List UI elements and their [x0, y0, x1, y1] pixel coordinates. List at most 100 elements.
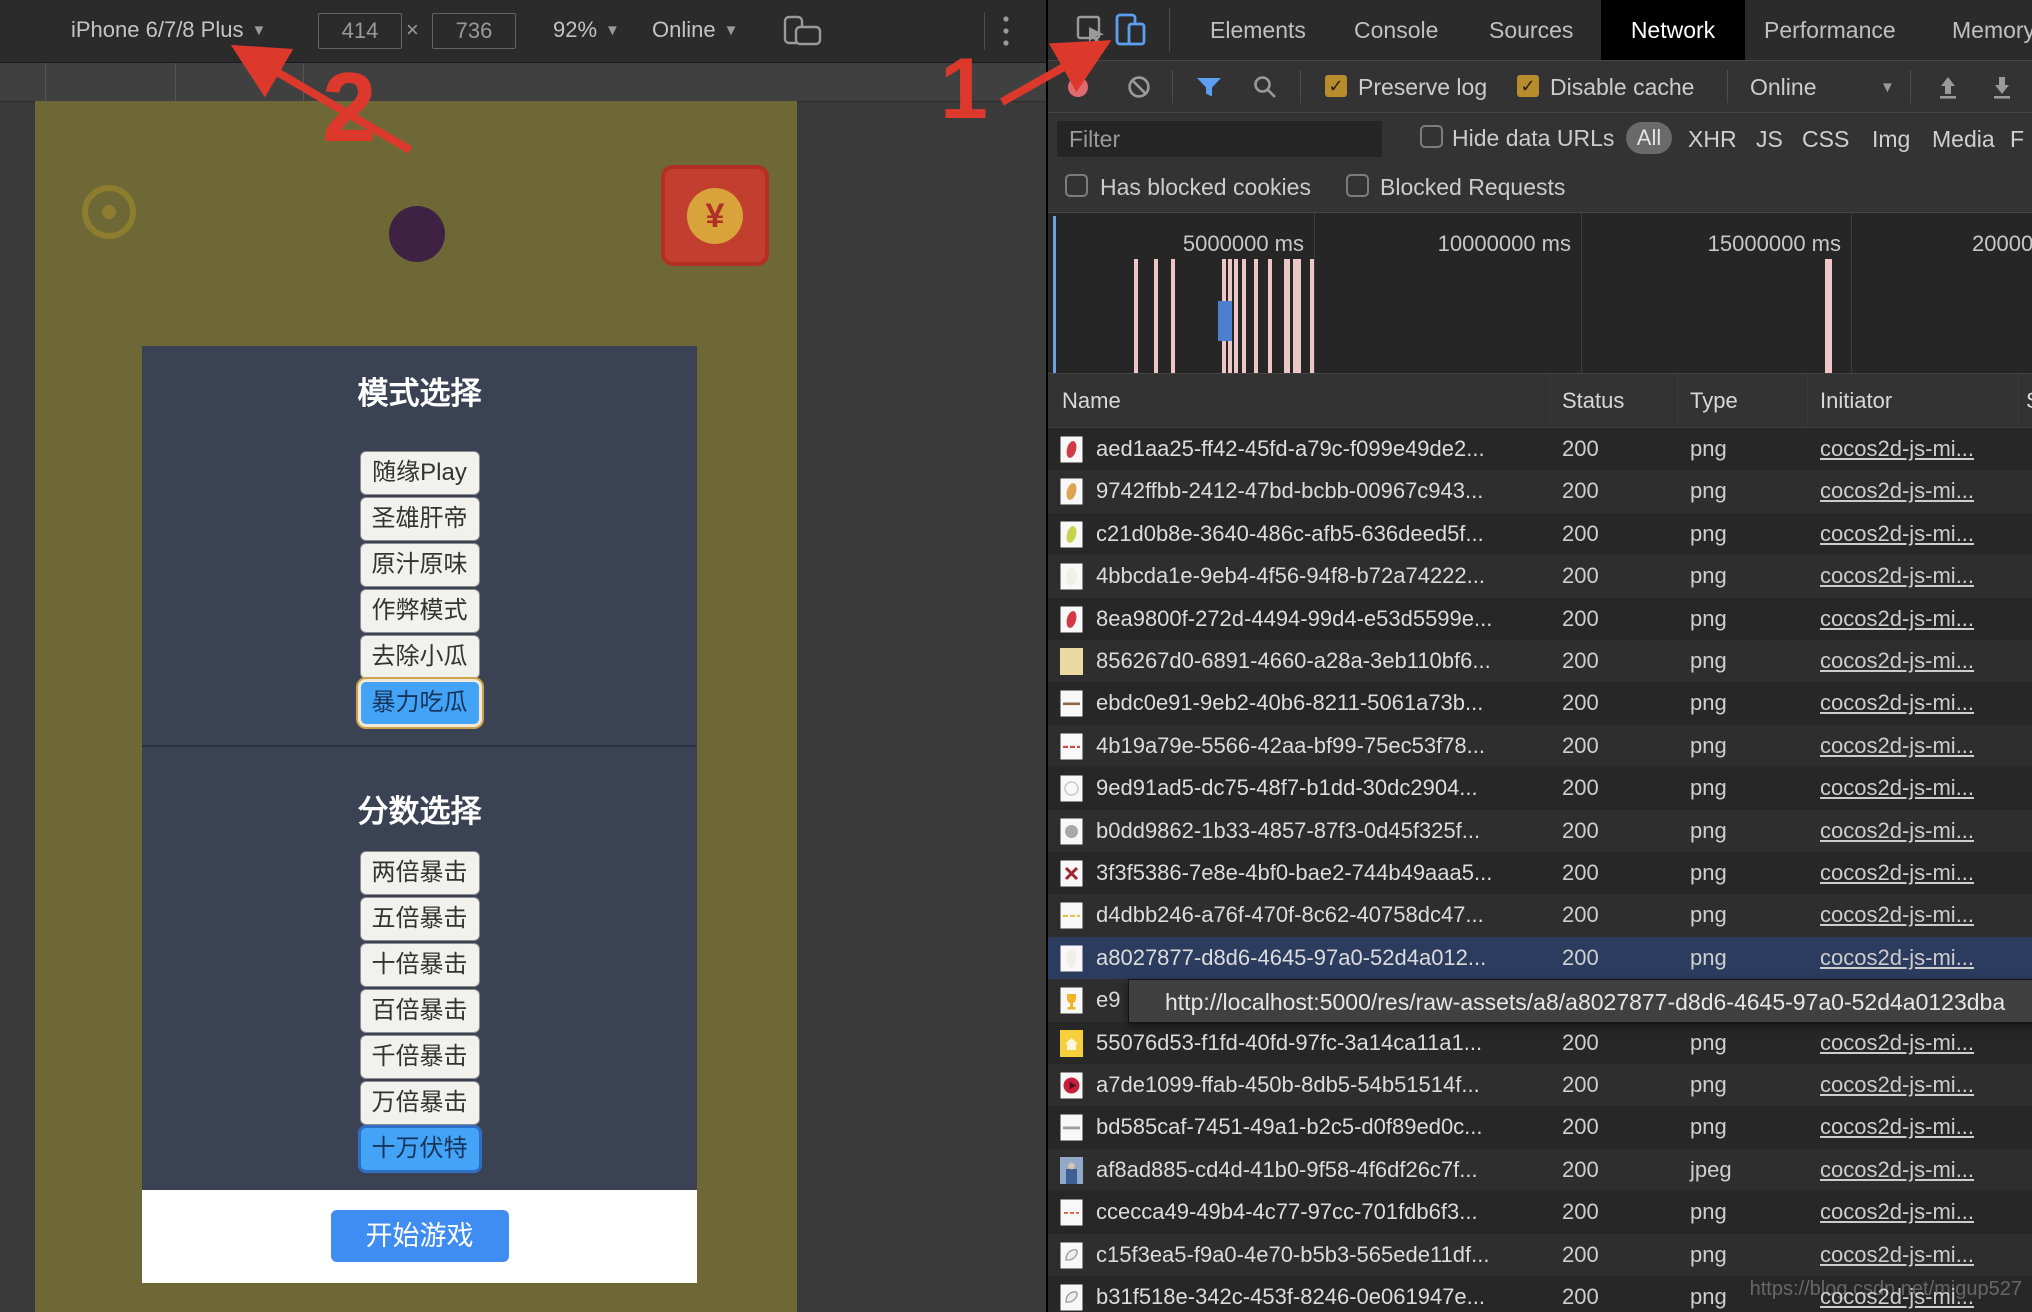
column-header-type[interactable]: Type [1690, 388, 1738, 414]
emulated-page-viewport: ¥ 模式选择 随缘Play圣雄肝帝原汁原味作弊模式去除小瓜暴力吃瓜 分数选择 两… [35, 101, 797, 1312]
score-button-4[interactable]: 千倍暴击 [361, 1036, 479, 1078]
filter-type-xhr[interactable]: XHR [1688, 126, 1737, 153]
export-har-icon[interactable] [1988, 73, 2016, 101]
table-row[interactable]: aed1aa25-ff42-45fd-a79c-f099e49de2...200… [1048, 428, 2032, 470]
tab-console[interactable]: Console [1354, 0, 1438, 60]
start-game-button[interactable]: 开始游戏 [331, 1210, 509, 1262]
red-envelope-sprite[interactable]: ¥ [661, 165, 769, 266]
request-initiator-link[interactable]: cocos2d-js-mi... [1820, 1106, 2010, 1148]
column-header-status[interactable]: Status [1562, 388, 1624, 414]
clear-network-log-icon[interactable] [1127, 75, 1151, 99]
request-initiator-link[interactable]: cocos2d-js-mi... [1820, 894, 2010, 936]
request-initiator-link[interactable]: cocos2d-js-mi... [1820, 1022, 2010, 1064]
table-row[interactable]: 4b19a79e-5566-42aa-bf99-75ec53f78...200p… [1048, 725, 2032, 767]
request-status: 200 [1562, 640, 1599, 682]
table-row[interactable]: d4dbb246-a76f-470f-8c62-40758dc47...200p… [1048, 894, 2032, 936]
tab-network[interactable]: Network [1601, 0, 1745, 60]
mode-button-2[interactable]: 原汁原味 [361, 544, 479, 586]
import-har-icon[interactable] [1934, 73, 1962, 101]
request-initiator-link[interactable]: cocos2d-js-mi... [1820, 682, 2010, 724]
table-row[interactable]: 9742ffbb-2412-47bd-bcbb-00967c943...200p… [1048, 470, 2032, 512]
table-row[interactable]: a7de1099-ffab-450b-8db5-54b51514f...200p… [1048, 1064, 2032, 1106]
table-row[interactable]: af8ad885-cd4d-41b0-9f58-4f6df26c7f...200… [1048, 1149, 2032, 1191]
mode-button-5[interactable]: 暴力吃瓜 [361, 682, 479, 724]
blocked-requests-checkbox[interactable] [1346, 174, 1369, 197]
tab-memory[interactable]: Memory [1952, 0, 2032, 60]
score-button-6[interactable]: 十万伏特 [361, 1128, 479, 1170]
filter-type-media[interactable]: Media [1932, 126, 1995, 153]
table-row[interactable]: c15f3ea5-f9a0-4e70-b5b3-565ede11df...200… [1048, 1234, 2032, 1276]
score-button-1[interactable]: 五倍暴击 [361, 898, 479, 940]
record-network-log-icon[interactable] [1066, 75, 1090, 99]
request-initiator-link[interactable]: cocos2d-js-mi... [1820, 470, 2010, 512]
request-initiator-link[interactable]: cocos2d-js-mi... [1820, 767, 2010, 809]
filter-type-img[interactable]: Img [1872, 126, 1910, 153]
seed-orange-icon [1060, 478, 1083, 505]
table-row[interactable]: b0dd9862-1b33-4857-87f3-0d45f325f...200p… [1048, 810, 2032, 852]
request-initiator-link[interactable]: cocos2d-js-mi... [1820, 1064, 2010, 1106]
mode-button-0[interactable]: 随缘Play [361, 452, 479, 494]
request-initiator-link[interactable]: cocos2d-js-mi... [1820, 640, 2010, 682]
request-name: 9742ffbb-2412-47bd-bcbb-00967c943... [1096, 470, 1544, 512]
kebab-menu-icon[interactable] [1000, 13, 1012, 49]
zoom-select[interactable]: 92%▼ [553, 17, 620, 43]
request-initiator-link[interactable]: cocos2d-js-mi... [1820, 598, 2010, 640]
mode-button-4[interactable]: 去除小瓜 [361, 636, 479, 678]
device-select[interactable]: iPhone 6/7/8 Plus▼ [71, 17, 266, 43]
request-initiator-link[interactable]: cocos2d-js-mi... [1820, 1191, 2010, 1233]
filter-input[interactable]: Filter [1057, 121, 1382, 157]
has-blocked-cookies-checkbox[interactable] [1065, 174, 1088, 197]
table-row[interactable]: 9ed91ad5-dc75-48f7-b1dd-30dc2904...200pn… [1048, 767, 2032, 809]
preserve-log-checkbox[interactable]: ✓ [1325, 75, 1347, 97]
tab-performance[interactable]: Performance [1764, 0, 1896, 60]
filter-type-font[interactable]: F [2010, 126, 2024, 153]
tab-elements[interactable]: Elements [1210, 0, 1306, 60]
mode-button-1[interactable]: 圣雄肝帝 [361, 498, 479, 540]
request-initiator-link[interactable]: cocos2d-js-mi... [1820, 1149, 2010, 1191]
table-row[interactable]: 3f3f5386-7e8e-4bf0-bae2-744b49aaa5...200… [1048, 852, 2032, 894]
request-initiator-link[interactable]: cocos2d-js-mi... [1820, 725, 2010, 767]
table-row[interactable]: a8027877-d8d6-4645-97a0-52d4a012...200pn… [1048, 937, 2032, 979]
disable-cache-checkbox[interactable]: ✓ [1517, 75, 1539, 97]
request-initiator-link[interactable]: cocos2d-js-mi... [1820, 513, 2010, 555]
column-header-name[interactable]: Name [1062, 388, 1121, 414]
filter-funnel-icon[interactable] [1196, 77, 1222, 98]
table-row[interactable]: bd585caf-7451-49a1-b2c5-d0f89ed0c...200p… [1048, 1106, 2032, 1148]
viewport-width-input[interactable]: 414 [318, 13, 402, 49]
request-initiator-link[interactable]: cocos2d-js-mi... [1820, 1234, 2010, 1276]
request-initiator-link[interactable]: cocos2d-js-mi... [1820, 555, 2010, 597]
hide-data-urls-checkbox[interactable] [1420, 125, 1443, 148]
request-initiator-link[interactable]: cocos2d-js-mi... [1820, 852, 2010, 894]
throttling-select[interactable]: Online [1750, 75, 1816, 99]
column-header-size[interactable]: S [2026, 388, 2032, 414]
request-status: 200 [1562, 1022, 1599, 1064]
network-overview-timeline[interactable]: 5000000 ms10000000 ms15000000 ms20000000… [1048, 212, 2032, 374]
rotate-device-icon[interactable] [782, 14, 822, 48]
filter-type-css[interactable]: CSS [1802, 126, 1849, 153]
column-header-initiator[interactable]: Initiator [1820, 388, 1892, 414]
throttle-select[interactable]: Online▼ [652, 17, 738, 43]
filter-type-all[interactable]: All [1626, 122, 1672, 154]
score-button-3[interactable]: 百倍暴击 [361, 990, 479, 1032]
tab-sources[interactable]: Sources [1489, 0, 1573, 60]
timeline-tick-label: 15000000 ms [1629, 231, 1841, 257]
score-button-5[interactable]: 万倍暴击 [361, 1082, 479, 1124]
table-row[interactable]: ebdc0e91-9eb2-40b6-8211-5061a73b...200pn… [1048, 682, 2032, 724]
request-initiator-link[interactable]: cocos2d-js-mi... [1820, 937, 2010, 979]
table-row[interactable]: c21d0b8e-3640-486c-afb5-636deed5f...200p… [1048, 513, 2032, 555]
table-row[interactable]: 55076d53-f1fd-40fd-97fc-3a14ca11a1...200… [1048, 1022, 2032, 1064]
table-row[interactable]: 856267d0-6891-4660-a28a-3eb110bf6...200p… [1048, 640, 2032, 682]
search-icon[interactable] [1252, 74, 1278, 100]
table-row[interactable]: ccecca49-49b4-4c77-97cc-701fdb6f3...200p… [1048, 1191, 2032, 1233]
request-initiator-link[interactable]: cocos2d-js-mi... [1820, 810, 2010, 852]
request-initiator-link[interactable]: cocos2d-js-mi... [1820, 428, 2010, 470]
viewport-height-input[interactable]: 736 [432, 13, 516, 49]
filter-type-js[interactable]: JS [1756, 126, 1783, 153]
score-button-2[interactable]: 十倍暴击 [361, 944, 479, 986]
table-row[interactable]: 4bbcda1e-9eb4-4f56-94f8-b72a74222...200p… [1048, 555, 2032, 597]
score-button-0[interactable]: 两倍暴击 [361, 852, 479, 894]
inspect-element-icon[interactable] [1075, 14, 1107, 46]
mode-button-3[interactable]: 作弊模式 [361, 590, 479, 632]
toggle-device-toolbar-icon[interactable] [1114, 12, 1148, 48]
table-row[interactable]: 8ea9800f-272d-4494-99d4-e53d5599e...200p… [1048, 598, 2032, 640]
